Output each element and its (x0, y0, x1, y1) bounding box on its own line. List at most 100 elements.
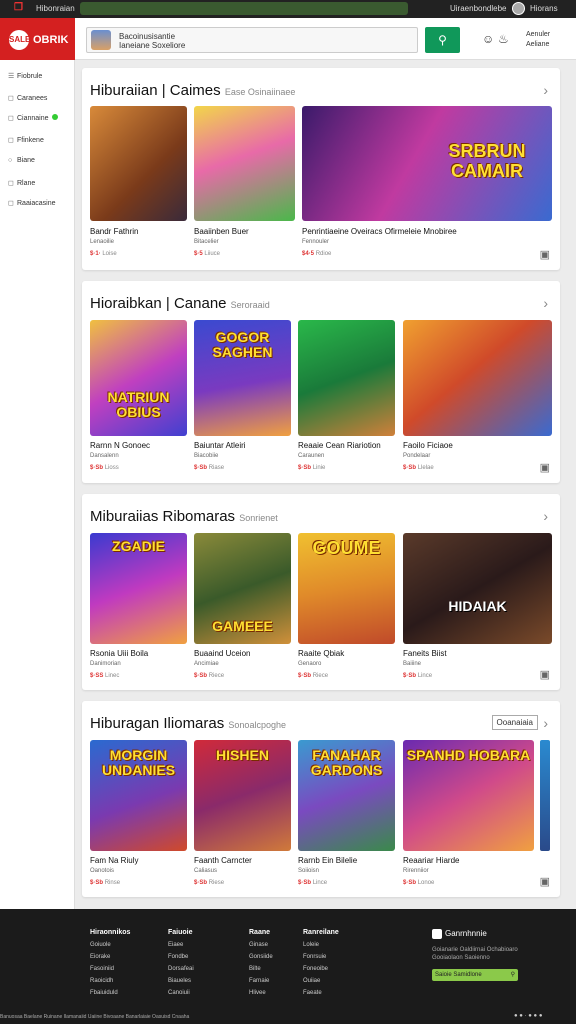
footer-link[interactable]: Ouiiae (303, 975, 339, 987)
account-menu[interactable]: Aenuler Aeliane (526, 30, 550, 50)
footer-link[interactable]: Farnaie (249, 975, 273, 987)
sidebar-item-7[interactable]: ◻ Raaiacasine (8, 199, 56, 207)
app-logo-icon[interactable]: ❒ (14, 2, 28, 15)
bell-icon[interactable]: ♨ (498, 32, 509, 46)
brand-logo[interactable]: SALE OBRIK (0, 18, 75, 60)
game-name[interactable]: Reaariar Hiarde (403, 856, 459, 865)
game-thumbnail[interactable] (90, 106, 187, 221)
game-thumbnail[interactable]: SPANHD HOBARA (403, 740, 534, 851)
view-all-button[interactable]: Ooanaiaia (491, 715, 538, 730)
footer-link[interactable]: Ginase (249, 939, 273, 951)
game-card[interactable]: HISHEN Faanth Carncter Caliasus $·Sb Rie… (194, 740, 291, 888)
game-card[interactable]: Baaiinben Buer Bitacelier $·5 Liiuce (194, 106, 295, 257)
chevron-right-icon[interactable]: › (543, 82, 548, 98)
game-thumbnail[interactable]: GOGOR SAGHEN (194, 320, 291, 436)
game-thumbnail[interactable] (298, 320, 395, 436)
footer-heading: Ranreilane (303, 929, 339, 936)
game-card[interactable]: FANAHAR GARDONS Rarnb Ein Bilelie Soiioi… (298, 740, 395, 888)
sidebar-item-3[interactable]: ◻ Ciannaine (8, 114, 58, 122)
footer-column: Raane Ginase Gonsiide Bilte Farnaie Hliv… (249, 927, 273, 999)
footer-link[interactable]: Hlivee (249, 987, 273, 999)
footer-link[interactable]: Loleie (303, 939, 339, 951)
game-thumbnail[interactable]: FANAHAR GARDONS (298, 740, 395, 851)
game-thumbnail[interactable]: MORGIN UNDANIES (90, 740, 187, 851)
game-card[interactable]: Reaaie Cean Riariotion Caraunen $·Sb Lin… (298, 320, 395, 471)
game-card[interactable]: Faoilo Ficiaoe Pondelaar $·Sb Llelae (403, 320, 552, 471)
footer-link[interactable]: Faeate (303, 987, 339, 999)
search-button[interactable]: ⚲ (425, 27, 460, 53)
cart-icon[interactable]: ▣ (540, 668, 550, 681)
game-card[interactable]: ZGADIE Rsonia Uiii Boila Danimorian $·SS… (90, 533, 187, 681)
cart-icon[interactable]: ▣ (540, 875, 550, 888)
cart-icon[interactable]: ▣ (540, 248, 550, 261)
game-thumbnail[interactable]: ZGADIE (90, 533, 187, 644)
footer-link[interactable]: Fasoiniid (90, 963, 130, 975)
game-card[interactable]: MORGIN UNDANIES Fam Na Riuly Oanotois $·… (90, 740, 187, 888)
game-name[interactable]: Faanth Carncter (194, 856, 252, 865)
footer-link[interactable]: Fonrsuie (303, 951, 339, 963)
search-icon: ⚲ (438, 33, 447, 47)
game-name[interactable]: Rarnn N Gonoec (90, 441, 150, 450)
game-name[interactable]: Baiuntar Atleiri (194, 441, 246, 450)
footer-link[interactable]: Goiuole (90, 939, 130, 951)
footer-link[interactable]: Raoicidh (90, 975, 130, 987)
game-card-featured[interactable]: SRBRUN CAMAIR Penrintiaeine Oveiracs Ofi… (302, 106, 552, 257)
footer-link[interactable]: Biaueles (168, 975, 194, 987)
game-name[interactable]: Bandr Fathrin (90, 227, 138, 236)
game-thumbnail[interactable]: HIDAIAK (403, 533, 552, 644)
footer-link[interactable]: Gonsiide (249, 951, 273, 963)
game-card[interactable]: GOGOR SAGHEN Baiuntar Atleiri Biacobiie … (194, 320, 291, 471)
game-thumbnail[interactable]: GOUME (298, 533, 395, 644)
sidebar-item-4[interactable]: ◻ Ffinkene (8, 136, 44, 144)
footer-link[interactable]: Canoiuii (168, 987, 194, 999)
game-card[interactable]: GAMEEE Buaaind Uceion Ancimiae $·Sb Riec… (194, 533, 291, 681)
game-thumbnail[interactable]: GAMEEE (194, 533, 291, 644)
sidebar-item-1[interactable]: ☰ Fiobrule (8, 72, 42, 80)
game-card[interactable]: SPANHD HOBARA Reaariar Hiarde Rirenniior… (403, 740, 534, 888)
game-name[interactable]: Buaaind Uceion (194, 649, 250, 658)
game-name[interactable]: Baaiinben Buer (194, 227, 249, 236)
footer-link[interactable]: Dorsafeai (168, 963, 194, 975)
footer-link[interactable]: Foneoibe (303, 963, 339, 975)
game-card[interactable]: Bandr Fathrin Lenaoilie $·1· Loise (90, 106, 187, 257)
game-name[interactable]: Faneits Biist (403, 649, 447, 658)
chevron-right-icon[interactable]: › (543, 295, 548, 311)
sidebar-item-5[interactable]: ○ Biane (8, 157, 35, 164)
footer-link[interactable]: Fbaiuiduld (90, 987, 130, 999)
carousel-next-peek[interactable] (540, 740, 550, 851)
footer-link[interactable]: Eiaee (168, 939, 194, 951)
sidebar-item-2[interactable]: ◻ Caranees (8, 94, 47, 102)
game-thumbnail[interactable] (194, 106, 295, 221)
sidebar-item-6[interactable]: ◻ Rlane (8, 179, 35, 187)
chevron-right-icon[interactable]: › (543, 715, 548, 731)
game-name[interactable]: Raaite Qbiak (298, 649, 344, 658)
game-card[interactable]: GOUME Raaite Qbiak Genaoro $·Sb Riece (298, 533, 395, 681)
search-input[interactable]: Bacoinusisantie Ianeiane Soxeliore (119, 32, 185, 50)
search-box[interactable]: Bacoinusisantie Ianeiane Soxeliore (86, 27, 418, 53)
game-card[interactable]: HIDAIAK Faneits Biist Baiiine $·Sb Lince (403, 533, 552, 681)
game-card[interactable]: NATRIUN OBIUS Rarnn N Gonoec Dansalenn $… (90, 320, 187, 471)
game-name[interactable]: Fam Na Riuly (90, 856, 138, 865)
footer-link[interactable]: Fondbe (168, 951, 194, 963)
game-name[interactable]: Reaaie Cean Riariotion (298, 441, 381, 450)
footer-link[interactable]: Eiorake (90, 951, 130, 963)
game-name[interactable]: Penrintiaeine Oveiracs Ofirmeleie Mnobir… (302, 227, 457, 236)
address-bar[interactable] (80, 2, 408, 15)
section-title: Hiburagan Iliomaras Sonoalcpoghe (90, 715, 286, 732)
top-link[interactable]: Uiraenbondlebe (450, 4, 507, 13)
game-thumbnail[interactable] (403, 320, 552, 436)
user-name[interactable]: Hiorans (530, 4, 558, 13)
chevron-right-icon[interactable]: › (543, 508, 548, 524)
game-thumbnail[interactable]: NATRIUN OBIUS (90, 320, 187, 436)
game-name[interactable]: Rarnb Ein Bilelie (298, 856, 357, 865)
game-name[interactable]: Rsonia Uiii Boila (90, 649, 148, 658)
game-name[interactable]: Faoilo Ficiaoe (403, 441, 453, 450)
footer-link[interactable]: Bilte (249, 963, 273, 975)
subscribe-input[interactable]: Saioie Samidlone ⚲ (432, 969, 518, 981)
user-avatar[interactable] (512, 2, 525, 15)
game-thumbnail[interactable]: SRBRUN CAMAIR (302, 106, 552, 221)
cart-icon[interactable]: ▣ (540, 461, 550, 474)
game-thumbnail[interactable]: HISHEN (194, 740, 291, 851)
social-icons[interactable]: ● ● · ● ● ● (514, 1013, 542, 1019)
user-icon[interactable]: ☺ (482, 32, 494, 46)
